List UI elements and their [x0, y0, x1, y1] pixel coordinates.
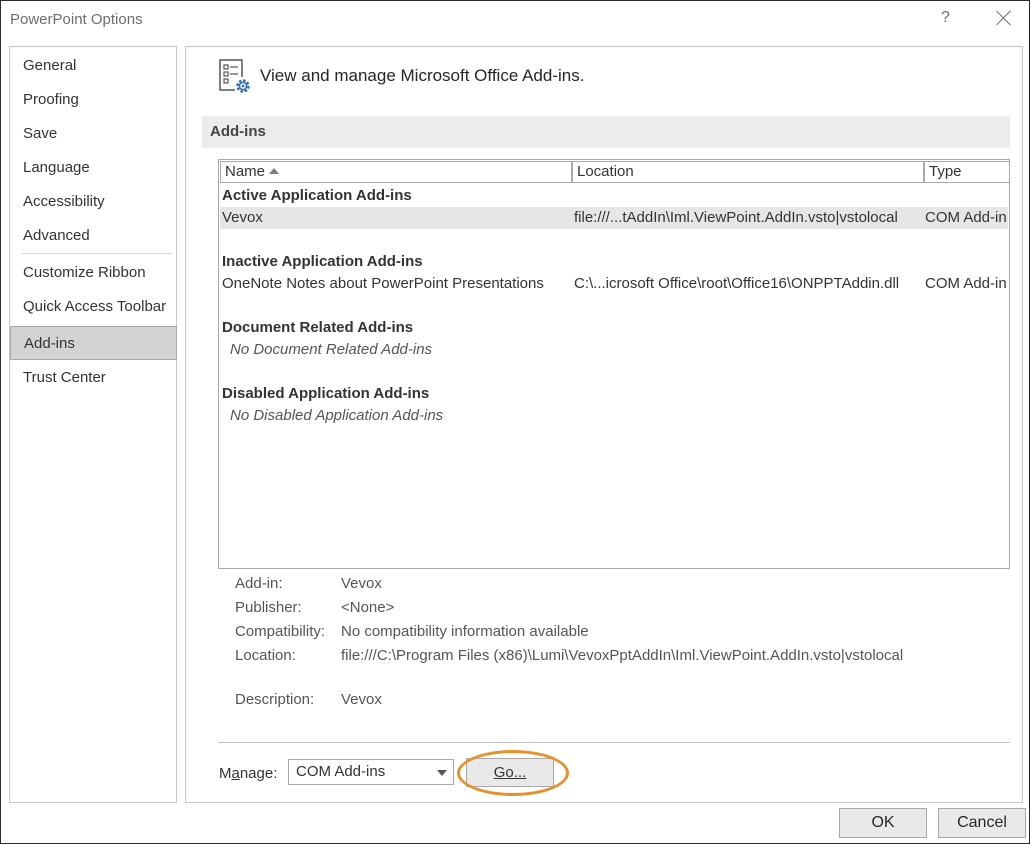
options-dialog: PowerPoint Options ? General Proofing Sa…: [0, 0, 1030, 844]
sidebar-divider: [22, 253, 172, 254]
detail-label-description: Description:: [235, 691, 315, 708]
dialog-title: PowerPoint Options: [10, 11, 143, 28]
addins-gear-icon: [219, 59, 252, 95]
section-title: Add-ins: [210, 123, 266, 140]
go-button[interactable]: Go...: [466, 758, 554, 787]
sidebar-item-quick-access-toolbar[interactable]: Quick Access Toolbar: [10, 290, 176, 324]
table-row[interactable]: OneNote Notes about PowerPoint Presentat…: [220, 273, 1008, 295]
go-label-part: o...: [505, 764, 527, 781]
detail-label-publisher: Publisher:: [235, 599, 302, 616]
sort-ascending-icon: [269, 168, 280, 174]
group-header-document: Document Related Add-ins: [222, 319, 414, 336]
sidebar-item-general[interactable]: General: [10, 49, 176, 83]
sidebar-item-accessibility[interactable]: Accessibility: [10, 185, 176, 219]
detail-label-location: Location:: [235, 647, 296, 664]
column-header-type[interactable]: Type: [924, 161, 1010, 183]
add-ins-list: Name Location Type Active Application Ad…: [218, 159, 1010, 569]
detail-value-compatibility: No compatibility information available: [341, 623, 589, 640]
manage-dropdown[interactable]: COM Add-ins: [288, 759, 454, 785]
manage-label-accesskey: a: [231, 765, 240, 782]
group-header-active: Active Application Add-ins: [222, 187, 412, 204]
sidebar-item-customize-ribbon[interactable]: Customize Ribbon: [10, 256, 176, 290]
sidebar-item-add-ins[interactable]: Add-ins: [10, 326, 177, 360]
empty-document-addins: No Document Related Add-ins: [230, 341, 433, 358]
manage-label: Manage:: [219, 765, 277, 782]
row-name: Vevox: [222, 209, 263, 226]
sidebar-item-trust-center[interactable]: Trust Center: [10, 361, 176, 395]
group-header-disabled: Disabled Application Add-ins: [222, 385, 430, 402]
sidebar-item-language[interactable]: Language: [10, 151, 176, 185]
detail-value-location: file:///C:\Program Files (x86)\Lumi\Vevo…: [341, 647, 904, 664]
manage-label-part: M: [219, 765, 232, 782]
help-button[interactable]: ?: [941, 9, 950, 27]
detail-value-publisher: <None>: [341, 599, 395, 616]
row-location: file:///...tAddIn\Iml.ViewPoint.AddIn.vs…: [574, 209, 898, 226]
detail-label-compatibility: Compatibility:: [235, 623, 326, 640]
column-header-label: Name: [225, 163, 266, 180]
ok-button[interactable]: OK: [839, 808, 927, 838]
manage-divider: [218, 742, 1010, 743]
empty-disabled-addins: No Disabled Application Add-ins: [230, 407, 444, 424]
row-location: C:\...icrosoft Office\root\Office16\ONPP…: [574, 275, 900, 292]
row-name: OneNote Notes about PowerPoint Presentat…: [222, 275, 544, 292]
group-header-inactive: Inactive Application Add-ins: [222, 253, 423, 270]
column-header-location[interactable]: Location: [572, 161, 924, 183]
cancel-button[interactable]: Cancel: [938, 808, 1026, 838]
manage-label-part: nage:: [239, 765, 278, 782]
detail-value-description: Vevox: [341, 691, 382, 708]
table-row[interactable]: Vevox file:///...tAddIn\Iml.ViewPoint.Ad…: [220, 207, 1008, 229]
manage-selected-value: COM Add-ins: [296, 763, 386, 780]
sidebar-item-save[interactable]: Save: [10, 117, 176, 151]
detail-value-addin: Vevox: [341, 575, 382, 592]
add-ins-panel: View and manage Microsoft Office Add-ins…: [185, 46, 1023, 803]
sidebar-item-advanced[interactable]: Advanced: [10, 219, 176, 253]
sidebar: General Proofing Save Language Accessibi…: [9, 46, 177, 803]
close-icon[interactable]: [995, 9, 1013, 27]
row-type: COM Add-in: [925, 275, 1007, 292]
sidebar-item-proofing[interactable]: Proofing: [10, 83, 176, 117]
column-header-name[interactable]: Name: [220, 161, 572, 183]
detail-label-addin: Add-in:: [235, 575, 283, 592]
go-label-accesskey: G: [493, 764, 506, 781]
chevron-down-icon: [437, 770, 447, 776]
section-header: Add-ins: [202, 116, 1010, 148]
title-bar: PowerPoint Options ?: [1, 1, 1029, 37]
row-type: COM Add-in: [925, 209, 1007, 226]
panel-heading: View and manage Microsoft Office Add-ins…: [260, 66, 585, 85]
